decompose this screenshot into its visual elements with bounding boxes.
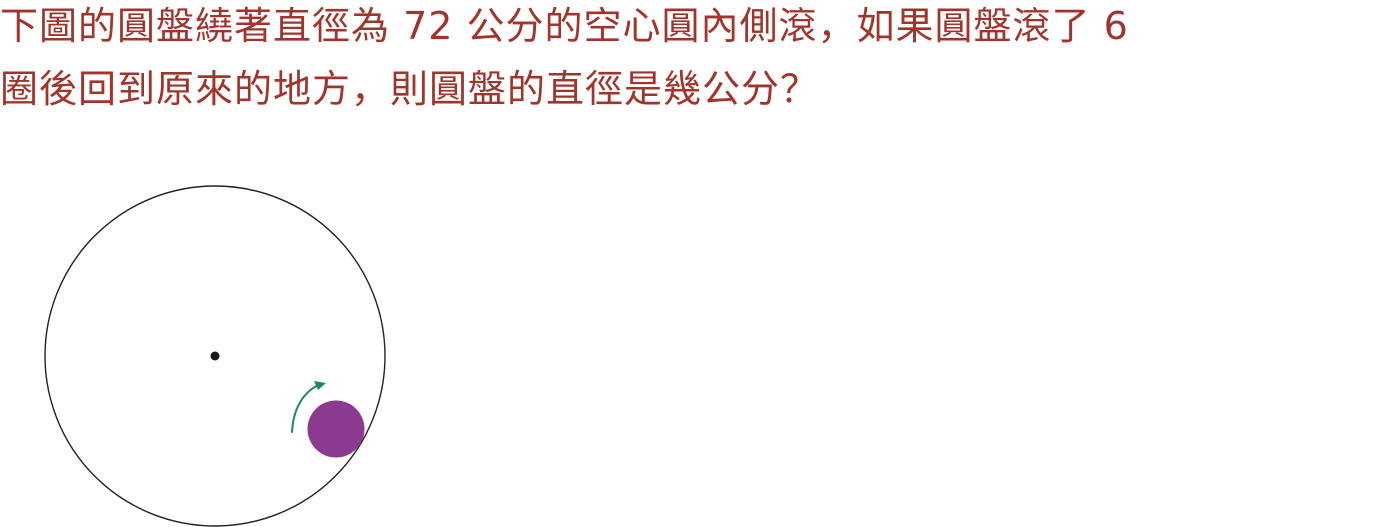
rolling-disc — [307, 400, 365, 458]
rolling-disc-diagram — [44, 185, 386, 527]
center-point — [210, 351, 220, 361]
